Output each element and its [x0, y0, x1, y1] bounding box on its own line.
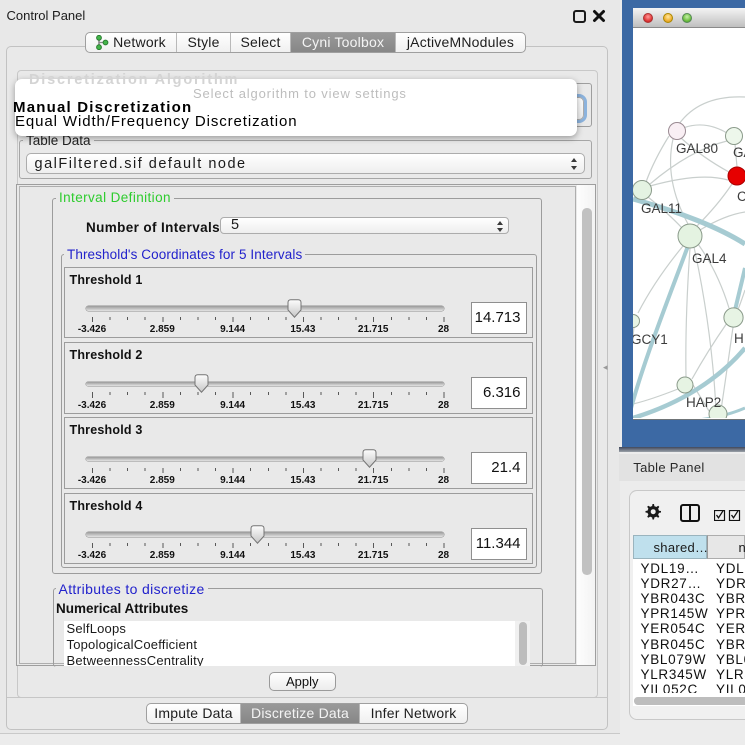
svg-text:HAP2: HAP2 [686, 395, 721, 410]
svg-text:GAL80: GAL80 [676, 141, 718, 156]
svg-text:GA: GA [733, 145, 745, 160]
svg-text:GAL4: GAL4 [692, 251, 727, 266]
svg-text:H: H [734, 331, 744, 346]
svg-text:GCY1: GCY1 [633, 332, 668, 347]
svg-text:GAL11: GAL11 [641, 201, 682, 216]
svg-text:C: C [737, 189, 745, 204]
